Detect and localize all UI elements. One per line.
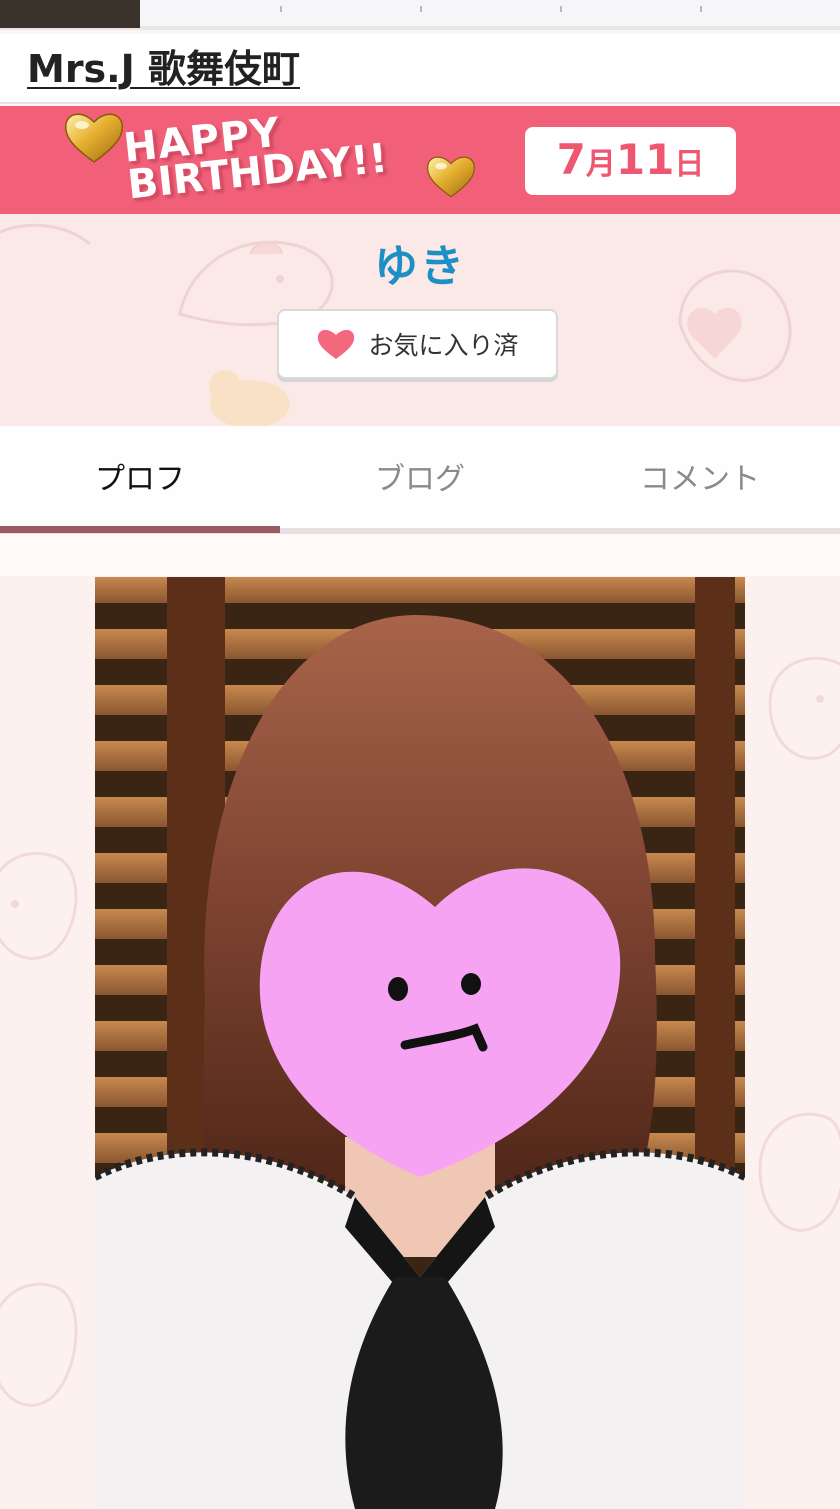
profile-photo-image xyxy=(95,577,745,1509)
progress-tick xyxy=(700,6,702,12)
gold-heart-icon xyxy=(64,113,124,163)
progress-segment-active xyxy=(0,0,140,28)
background-character-deco xyxy=(758,1112,840,1232)
background-character-deco xyxy=(0,1282,78,1407)
site-header: Mrs.J 歌舞伎町 xyxy=(0,34,840,104)
profile-tabs: プロフ ブログ コメント xyxy=(0,426,840,534)
tab-profile[interactable]: プロフ xyxy=(0,454,280,498)
tab-blog[interactable]: ブログ xyxy=(280,454,560,498)
background-character-deco xyxy=(768,656,840,760)
site-title-link[interactable]: Mrs.J 歌舞伎町 xyxy=(27,38,300,93)
heart-icon xyxy=(318,329,355,359)
progress-tick xyxy=(420,6,422,12)
content-top-spacer xyxy=(0,534,840,576)
active-tab-indicator xyxy=(0,526,280,533)
happy-birthday-text: HAPPY BIRTHDAY!! xyxy=(122,106,448,209)
cast-name: ゆき xyxy=(374,241,466,292)
birthday-banner: HAPPY BIRTHDAY!! 7月11日 xyxy=(0,106,840,214)
date-month: 7 xyxy=(556,135,586,184)
background-character-deco xyxy=(0,851,78,960)
profile-photo[interactable] xyxy=(95,577,745,1509)
birthday-date-box: 7月11日 xyxy=(525,127,736,195)
tab-comment[interactable]: コメント xyxy=(560,454,840,498)
progress-tick xyxy=(560,6,562,12)
favorite-button[interactable]: お気に入り済 xyxy=(277,309,558,379)
favorite-button-label: お気に入り済 xyxy=(368,331,519,360)
gold-heart-icon xyxy=(426,156,476,198)
date-month-unit: 月 xyxy=(585,147,616,182)
date-day: 11 xyxy=(615,135,675,184)
date-day-unit: 日 xyxy=(674,147,705,182)
progress-tick xyxy=(280,6,282,12)
top-progress-strip xyxy=(0,0,840,30)
